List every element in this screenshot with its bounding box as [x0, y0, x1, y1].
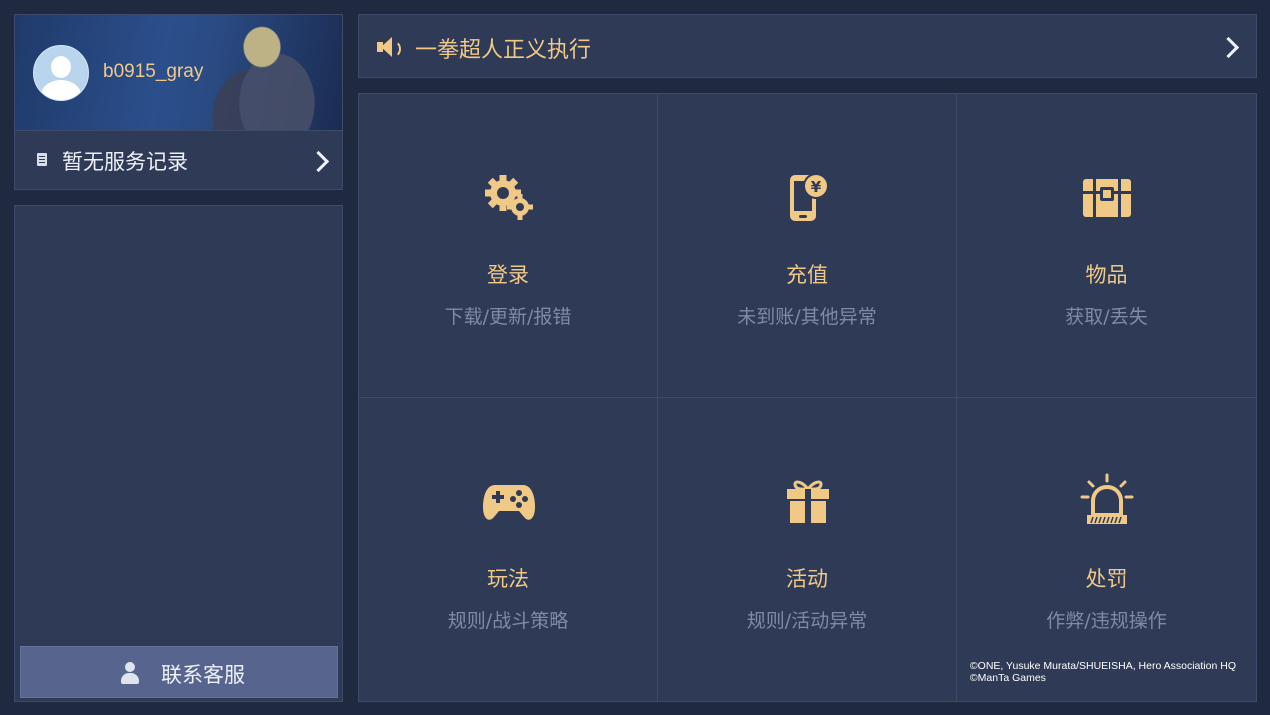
category-title: 玩法 — [487, 567, 529, 591]
banner-character-art — [202, 15, 342, 130]
profile-card: b0915_gray 暂无服务记录 — [14, 14, 343, 190]
chevron-right-icon — [307, 150, 330, 173]
gears-icon — [485, 175, 533, 220]
chevron-right-icon — [1217, 36, 1240, 59]
category-login[interactable]: 登录 下载/更新/报错 — [359, 94, 658, 398]
announcement-bar[interactable]: 一拳超人正义执行 — [358, 14, 1257, 78]
category-title: 充值 — [786, 263, 828, 287]
copyright-line: ©ManTa Games — [969, 672, 1046, 684]
category-title: 处罚 — [1085, 567, 1128, 591]
service-record-label: 暂无服务记录 — [62, 150, 188, 174]
svg-text:¥: ¥ — [811, 178, 822, 196]
profile-banner: b0915_gray — [15, 15, 342, 130]
category-subtitle: 获取/丢失 — [1065, 306, 1148, 328]
contact-support-button[interactable]: 联系客服 — [20, 646, 338, 698]
gamepad-icon — [483, 485, 535, 520]
copyright-notice: ©ONE, Yusuke Murata/SHUEISHA, Hero Assoc… — [970, 660, 1236, 684]
category-subtitle: 作弊/违规操作 — [1046, 610, 1167, 632]
category-title: 登录 — [487, 263, 529, 287]
alarm-icon — [1080, 473, 1134, 524]
category-subtitle: 规则/战斗策略 — [447, 610, 569, 632]
category-penalty[interactable]: 处罚 作弊/违规操作 — [957, 398, 1256, 702]
category-subtitle: 下载/更新/报错 — [444, 306, 572, 328]
category-events[interactable]: 活动 规则/活动异常 — [658, 398, 957, 702]
avatar[interactable] — [33, 45, 89, 101]
copyright-line: ©ONE, Yusuke Murata/SHUEISHA, Hero Assoc… — [969, 660, 1236, 672]
category-items[interactable]: 物品 获取/丢失 — [957, 94, 1256, 398]
service-list-panel: 联系客服 — [14, 205, 343, 702]
treasure-chest-icon — [1083, 179, 1131, 217]
category-grid: 登录 下载/更新/报错 ¥ 充值 未到账/其他异常 物品 获取/丢失 玩法 规则… — [358, 93, 1257, 702]
gift-icon — [787, 480, 829, 523]
category-recharge[interactable]: ¥ 充值 未到账/其他异常 — [658, 94, 957, 398]
contact-support-label: 联系客服 — [161, 663, 245, 687]
announcement-text: 一拳超人正义执行 — [415, 38, 592, 63]
category-subtitle: 未到账/其他异常 — [737, 306, 877, 328]
category-title: 物品 — [1085, 263, 1128, 287]
phone-payment-icon: ¥ — [790, 173, 829, 221]
person-icon — [121, 662, 139, 684]
category-gameplay[interactable]: 玩法 规则/战斗策略 — [359, 398, 658, 702]
category-subtitle: 规则/活动异常 — [746, 610, 868, 632]
username: b0915_gray — [103, 61, 204, 82]
service-record-row[interactable]: 暂无服务记录 — [15, 130, 342, 190]
speaker-icon — [377, 36, 403, 58]
category-title: 活动 — [786, 567, 828, 591]
document-icon — [37, 153, 47, 166]
